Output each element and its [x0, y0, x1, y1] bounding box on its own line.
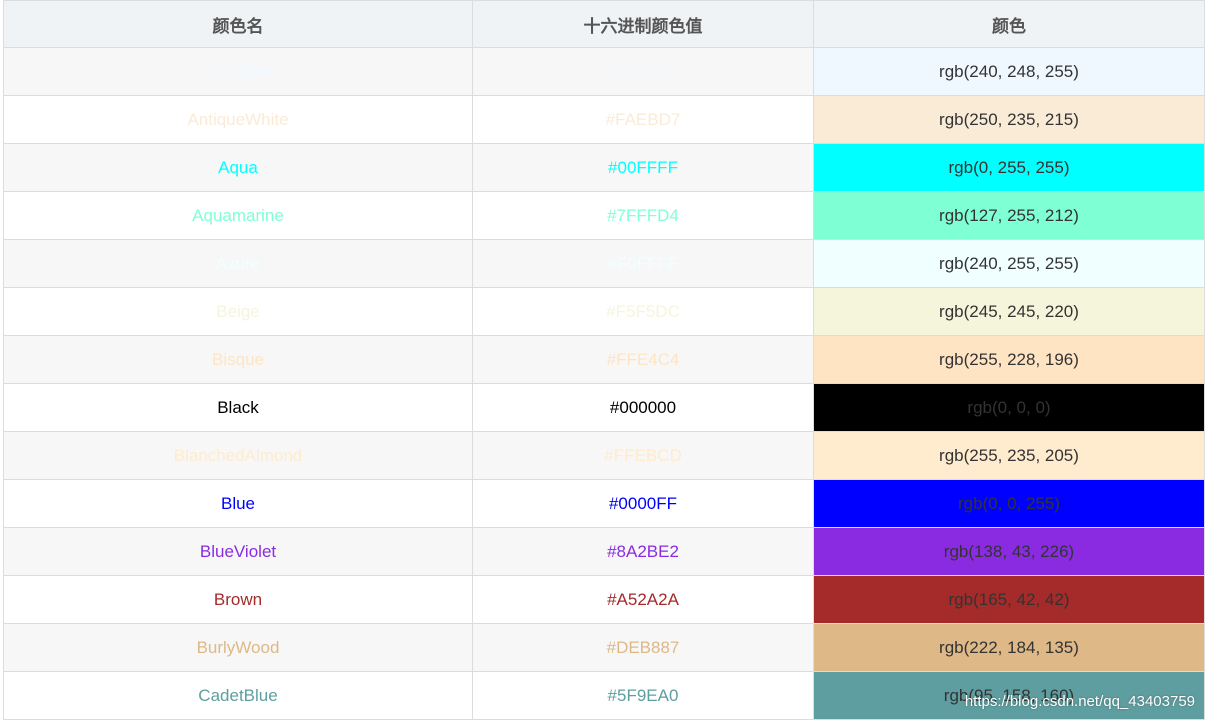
color-swatch-cell: rgb(250, 235, 215) [813, 95, 1205, 144]
color-name-cell: BurlyWood [3, 623, 473, 672]
color-swatch-cell: rgb(0, 255, 255) [813, 143, 1205, 192]
color-name-cell: Azure [3, 239, 473, 288]
color-swatch-cell: rgb(255, 235, 205) [813, 431, 1205, 480]
hex-value-cell: #DEB887 [472, 623, 814, 672]
color-swatch-cell: rgb(127, 255, 212) [813, 191, 1205, 240]
hex-value-cell: #F0F8FF [472, 47, 814, 96]
color-swatch-cell: rgb(0, 0, 0) [813, 383, 1205, 432]
color-swatch-cell: rgb(245, 245, 220) [813, 287, 1205, 336]
hex-value-cell: #000000 [472, 383, 814, 432]
table-row: BlanchedAlmond #FFEBCD rgb(255, 235, 205) [3, 431, 1205, 480]
table-row: BlueViolet #8A2BE2 rgb(138, 43, 226) [3, 527, 1205, 576]
color-name-cell: BlueViolet [3, 527, 473, 576]
hex-value-cell: #00FFFF [472, 143, 814, 192]
table-row: Azure #F0FFFF rgb(240, 255, 255) [3, 239, 1205, 288]
hex-value-cell: #FFE4C4 [472, 335, 814, 384]
header-color-name: 颜色名 [3, 0, 473, 48]
hex-value-cell: #7FFFD4 [472, 191, 814, 240]
color-name-cell: CadetBlue [3, 671, 473, 720]
hex-value-cell: #F0FFFF [472, 239, 814, 288]
hex-value-cell: #A52A2A [472, 575, 814, 624]
table-row: Bisque #FFE4C4 rgb(255, 228, 196) [3, 335, 1205, 384]
color-name-cell: AliceBlue [3, 47, 473, 96]
color-name-cell: AntiqueWhite [3, 95, 473, 144]
color-name-cell: Aquamarine [3, 191, 473, 240]
table-row: BurlyWood #DEB887 rgb(222, 184, 135) [3, 623, 1205, 672]
color-name-cell: Bisque [3, 335, 473, 384]
hex-value-cell: #F5F5DC [472, 287, 814, 336]
color-name-cell: Beige [3, 287, 473, 336]
hex-value-cell: #0000FF [472, 479, 814, 528]
color-name-cell: BlanchedAlmond [3, 431, 473, 480]
table-header: 颜色名 十六进制颜色值 颜色 [3, 0, 1205, 48]
watermark-url: https://blog.csdn.net/qq_43403759 [964, 693, 1195, 710]
color-table: 颜色名 十六进制颜色值 颜色 AliceBlue #F0F8FF rgb(240, … [3, 0, 1205, 720]
hex-value-cell: #FFEBCD [472, 431, 814, 480]
table-row: Blue #0000FF rgb(0, 0, 255) [3, 479, 1205, 528]
header-color: 颜色 [813, 0, 1205, 48]
color-swatch-cell: rgb(165, 42, 42) [813, 575, 1205, 624]
color-name-cell: Blue [3, 479, 473, 528]
table-row: Aqua #00FFFF rgb(0, 255, 255) [3, 143, 1205, 192]
color-swatch-cell: rgb(240, 248, 255) [813, 47, 1205, 96]
table-row: Beige #F5F5DC rgb(245, 245, 220) [3, 287, 1205, 336]
color-swatch-cell: rgb(240, 255, 255) [813, 239, 1205, 288]
hex-value-cell: #8A2BE2 [472, 527, 814, 576]
header-row: 颜色名 十六进制颜色值 颜色 [3, 0, 1205, 48]
color-swatch-cell: rgb(255, 228, 196) [813, 335, 1205, 384]
color-swatch-cell: rgb(222, 184, 135) [813, 623, 1205, 672]
color-swatch-cell: rgb(138, 43, 226) [813, 527, 1205, 576]
table-body: AliceBlue #F0F8FF rgb(240, 248, 255) Antiqu… [3, 47, 1205, 720]
color-swatch-cell: rgb(0, 0, 255) [813, 479, 1205, 528]
hex-value-cell: #FAEBD7 [472, 95, 814, 144]
color-name-cell: Brown [3, 575, 473, 624]
table-row: Brown #A52A2A rgb(165, 42, 42) [3, 575, 1205, 624]
table-row: Black #000000 rgb(0, 0, 0) [3, 383, 1205, 432]
header-hex-value: 十六进制颜色值 [472, 0, 814, 48]
table-row: Aquamarine #7FFFD4 rgb(127, 255, 212) [3, 191, 1205, 240]
table-row: AliceBlue #F0F8FF rgb(240, 248, 255) [3, 47, 1205, 96]
color-name-cell: Aqua [3, 143, 473, 192]
color-name-cell: Black [3, 383, 473, 432]
table-row: AntiqueWhite #FAEBD7 rgb(250, 235, 215) [3, 95, 1205, 144]
hex-value-cell: #5F9EA0 [472, 671, 814, 720]
